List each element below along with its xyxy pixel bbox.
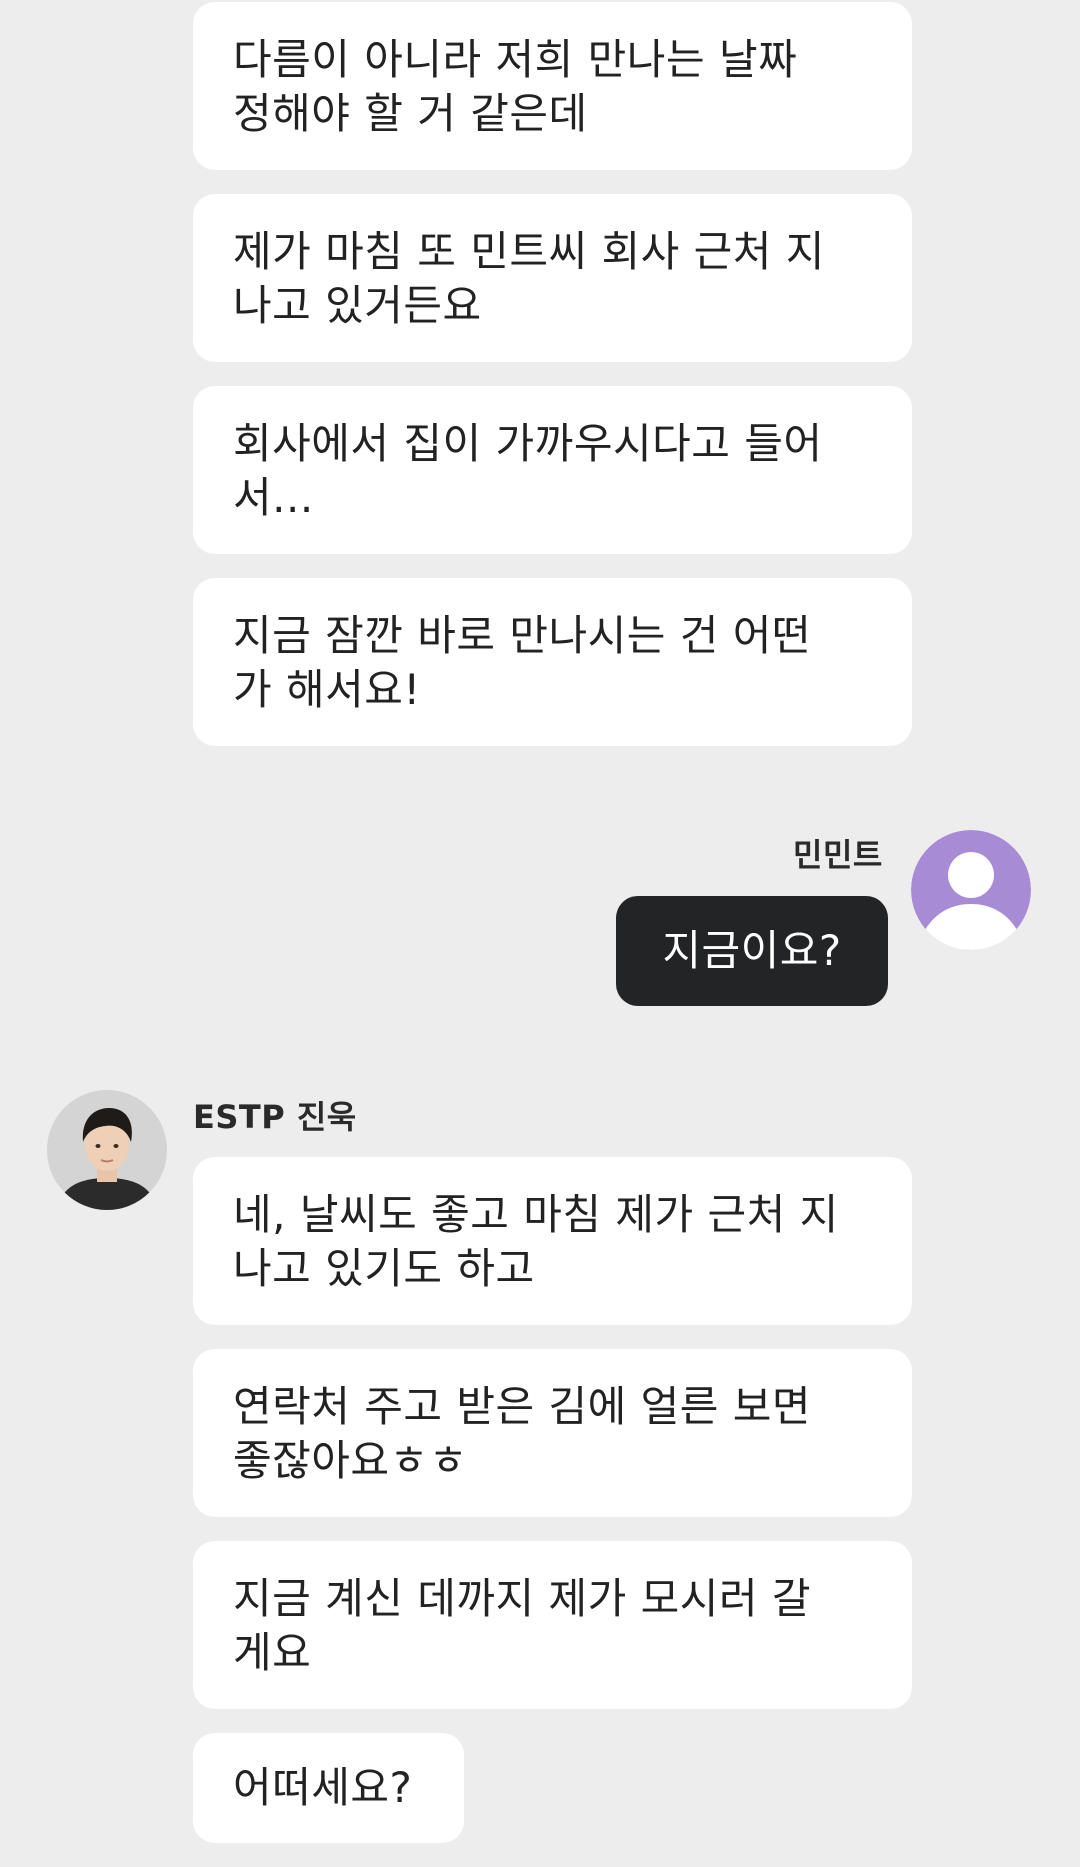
profile-photo-man[interactable] bbox=[47, 1090, 167, 1210]
my-name-label: 민민트 bbox=[793, 836, 883, 874]
message-bubble-incoming[interactable]: 어떠세요? bbox=[193, 1733, 464, 1843]
avatar-photo-graphic bbox=[47, 1090, 167, 1210]
message-bubble-incoming[interactable]: 지금 계신 데까지 제가 모시러 갈 게요 bbox=[193, 1541, 912, 1709]
message-bubble-incoming[interactable]: 다름이 아니라 저희 만나는 날짜 정해야 할 거 같은데 bbox=[193, 2, 912, 170]
message-bubble-incoming[interactable]: 연락처 주고 받은 김에 얼른 보면 좋잖아요ㅎㅎ bbox=[193, 1349, 912, 1517]
chat-screen: 다름이 아니라 저희 만나는 날짜 정해야 할 거 같은데 제가 마침 또 민트… bbox=[0, 0, 1080, 1867]
message-bubble-incoming[interactable]: 제가 마침 또 민트씨 회사 근처 지 나고 있거든요 bbox=[193, 194, 912, 362]
message-bubble-incoming[interactable]: 회사에서 집이 가까우시다고 들어 서... bbox=[193, 386, 912, 554]
message-bubble-outgoing[interactable]: 지금이요? bbox=[616, 896, 888, 1006]
message-bubble-incoming[interactable]: 네, 날씨도 좋고 마침 제가 근처 지 나고 있기도 하고 bbox=[193, 1157, 912, 1325]
default-person-icon[interactable] bbox=[911, 830, 1031, 950]
avatar-graphic bbox=[911, 830, 1031, 950]
message-bubble-incoming[interactable]: 지금 잠깐 바로 만나시는 건 어떤 가 해서요! bbox=[193, 578, 912, 746]
partner-name-label: ESTP 진욱 bbox=[193, 1098, 357, 1136]
